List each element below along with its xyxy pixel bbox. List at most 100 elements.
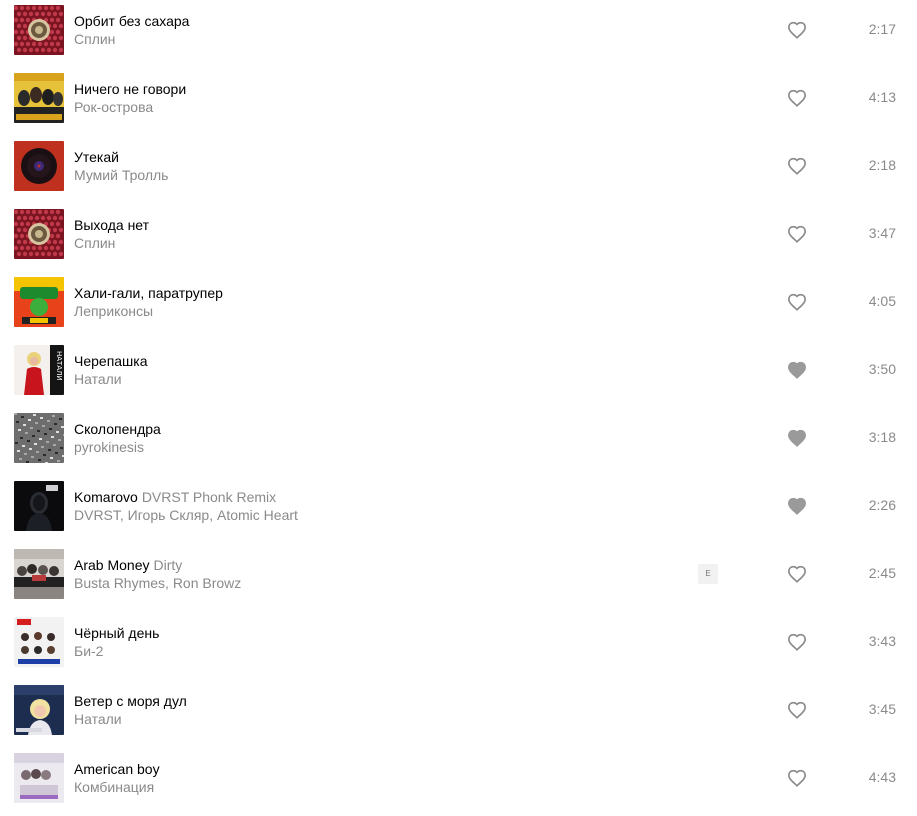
album-cover[interactable] xyxy=(14,5,64,55)
track-title[interactable]: Ничего не говори xyxy=(74,81,186,97)
track-title-line: Черепашка xyxy=(74,352,634,370)
album-cover[interactable] xyxy=(14,277,64,327)
track-row[interactable]: Орбит без сахара Сплин 2:17 xyxy=(0,0,917,68)
track-artist[interactable]: Мумий Тролль xyxy=(74,166,634,184)
track-meta: Утекай Мумий Тролль xyxy=(74,148,634,184)
track-duration: 3:18 xyxy=(868,429,896,445)
track-title-line: Чёрный день xyxy=(74,624,634,642)
track-title[interactable]: Сколопендра xyxy=(74,421,161,437)
track-duration: 3:47 xyxy=(868,225,896,241)
track-artist[interactable]: Натали xyxy=(74,710,634,728)
track-meta: Орбит без сахара Сплин xyxy=(74,12,634,48)
track-duration: 4:13 xyxy=(868,89,896,105)
heart-outline-icon[interactable] xyxy=(787,89,807,107)
heart-outline-icon[interactable] xyxy=(787,633,807,651)
album-cover[interactable] xyxy=(14,141,64,191)
heart-outline-icon[interactable] xyxy=(787,225,807,243)
track-title-line: Орбит без сахара xyxy=(74,12,634,30)
track-artist[interactable]: Рок-острова xyxy=(74,98,634,116)
explicit-badge: E xyxy=(698,564,718,584)
album-cover[interactable] xyxy=(14,209,64,259)
track-row[interactable]: Хали-гали, паратрупер Леприконсы 4:05 xyxy=(0,272,917,340)
track-row[interactable]: Сколопендра pyrokinesis 3:18 xyxy=(0,408,917,476)
track-artist[interactable]: DVRST, Игорь Скляр, Atomic Heart xyxy=(74,506,634,524)
track-title[interactable]: Хали-гали, паратрупер xyxy=(74,285,223,301)
track-title-line: Arab Money Dirty xyxy=(74,556,634,574)
track-artist[interactable]: Натали xyxy=(74,370,634,388)
album-cover[interactable] xyxy=(14,617,64,667)
track-title[interactable]: Утекай xyxy=(74,149,119,165)
track-meta: Arab Money Dirty Busta Rhymes, Ron Browz xyxy=(74,556,634,592)
heart-outline-icon[interactable] xyxy=(787,769,807,787)
track-row[interactable]: Выхода нет Сплин 3:47 xyxy=(0,204,917,272)
track-title-line: Хали-гали, паратрупер xyxy=(74,284,634,302)
track-duration: 4:43 xyxy=(868,769,896,785)
svg-text:НАТАЛИ: НАТАЛИ xyxy=(55,351,63,381)
album-cover[interactable] xyxy=(14,73,64,123)
track-duration: 3:45 xyxy=(868,701,896,717)
track-title[interactable]: Выхода нет xyxy=(74,217,149,233)
track-title[interactable]: Arab Money xyxy=(74,557,149,573)
heart-outline-icon[interactable] xyxy=(787,701,807,719)
track-meta: Сколопендра pyrokinesis xyxy=(74,420,634,456)
track-meta: Хали-гали, паратрупер Леприконсы xyxy=(74,284,634,320)
track-duration: 2:18 xyxy=(868,157,896,173)
track-title-line: Сколопендра xyxy=(74,420,634,438)
track-title-line: Ничего не говори xyxy=(74,80,634,98)
track-artist[interactable]: Леприконсы xyxy=(74,302,634,320)
album-cover[interactable] xyxy=(14,549,64,599)
track-title[interactable]: Чёрный день xyxy=(74,625,159,641)
track-artist[interactable]: Сплин xyxy=(74,234,634,252)
track-list: Орбит без сахара Сплин 2:17 Ничего не говор… xyxy=(0,0,917,816)
track-row[interactable]: Ветер с моря дул Натали 3:45 xyxy=(0,680,917,748)
track-version: Dirty xyxy=(153,557,183,573)
track-row[interactable]: Утекай Мумий Тролль 2:18 xyxy=(0,136,917,204)
heart-outline-icon[interactable] xyxy=(787,565,807,583)
track-row[interactable]: Komarovo DVRST Phonk Remix DVRST, Игорь Ск… xyxy=(0,476,917,544)
heart-filled-icon[interactable] xyxy=(787,429,807,447)
heart-filled-icon[interactable] xyxy=(787,497,807,515)
album-cover[interactable] xyxy=(14,753,64,803)
track-meta: Чёрный день Би-2 xyxy=(74,624,634,660)
track-title[interactable]: Черепашка xyxy=(74,353,148,369)
track-artist[interactable]: Би-2 xyxy=(74,642,634,660)
heart-outline-icon[interactable] xyxy=(787,293,807,311)
album-cover[interactable] xyxy=(14,685,64,735)
track-title[interactable]: American boy xyxy=(74,761,160,777)
track-artist[interactable]: Комбинация xyxy=(74,778,634,796)
track-meta: American boy Комбинация xyxy=(74,760,634,796)
track-title[interactable]: Komarovo xyxy=(74,489,138,505)
track-meta: Komarovo DVRST Phonk Remix DVRST, Игорь Ск… xyxy=(74,488,634,524)
track-duration: 4:05 xyxy=(868,293,896,309)
track-artist[interactable]: Сплин xyxy=(74,30,634,48)
heart-outline-icon[interactable] xyxy=(787,157,807,175)
track-title-line: Ветер с моря дул xyxy=(74,692,634,710)
track-row[interactable]: Чёрный день Би-2 3:43 xyxy=(0,612,917,680)
track-duration: 2:26 xyxy=(868,497,896,513)
track-title[interactable]: Орбит без сахара xyxy=(74,13,189,29)
heart-outline-icon[interactable] xyxy=(787,21,807,39)
track-title-line: Komarovo DVRST Phonk Remix xyxy=(74,488,634,506)
track-row[interactable]: American boy Комбинация 4:43 xyxy=(0,748,917,816)
track-meta: Выхода нет Сплин xyxy=(74,216,634,252)
album-cover[interactable] xyxy=(14,481,64,531)
track-row[interactable]: Arab Money Dirty Busta Rhymes, Ron Browz E 2… xyxy=(0,544,917,612)
track-title-line: Утекай xyxy=(74,148,634,166)
track-artist[interactable]: pyrokinesis xyxy=(74,438,634,456)
track-artist[interactable]: Busta Rhymes, Ron Browz xyxy=(74,574,634,592)
album-cover[interactable] xyxy=(14,413,64,463)
track-meta: Черепашка Натали xyxy=(74,352,634,388)
track-row[interactable]: НАТАЛИ Черепашка Натали 3:50 xyxy=(0,340,917,408)
track-duration: 2:45 xyxy=(868,565,896,581)
track-meta: Ветер с моря дул Натали xyxy=(74,692,634,728)
track-title[interactable]: Ветер с моря дул xyxy=(74,693,187,709)
track-row[interactable]: Ничего не говори Рок-острова 4:13 xyxy=(0,68,917,136)
track-duration: 3:43 xyxy=(868,633,896,649)
track-duration: 3:50 xyxy=(868,361,896,377)
track-duration: 2:17 xyxy=(868,21,896,37)
heart-filled-icon[interactable] xyxy=(787,361,807,379)
album-cover[interactable]: НАТАЛИ xyxy=(14,345,64,395)
track-title-line: American boy xyxy=(74,760,634,778)
track-version: DVRST Phonk Remix xyxy=(141,489,277,505)
track-meta: Ничего не говори Рок-острова xyxy=(74,80,634,116)
